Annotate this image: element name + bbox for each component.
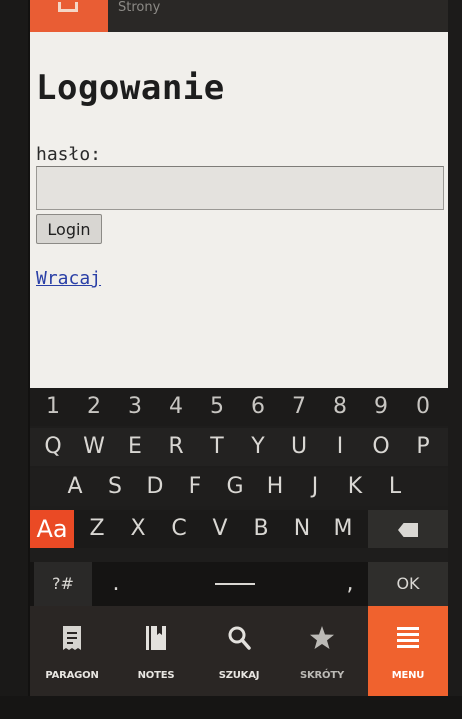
key-letter[interactable]: O (362, 428, 400, 466)
key-letter[interactable]: P (403, 428, 443, 466)
key-letter[interactable]: Q (34, 428, 72, 466)
backspace-key[interactable] (368, 510, 448, 548)
key-letter[interactable]: E (116, 428, 154, 466)
key-letter[interactable]: J (296, 468, 334, 506)
key-letter[interactable]: D (136, 468, 174, 506)
space-icon (215, 583, 255, 585)
symbols-key[interactable]: ?# (34, 562, 92, 606)
key-letter[interactable]: X (119, 510, 157, 548)
status-bar: Strony (30, 0, 448, 32)
period-key[interactable]: . (96, 562, 136, 606)
key-letter[interactable]: I (321, 428, 359, 466)
keyboard-row-qwerty: Q W E R T Y U I O P (30, 428, 448, 466)
key-letter[interactable]: S (96, 468, 134, 506)
receipt-icon (63, 626, 81, 650)
key-digit[interactable]: 2 (75, 388, 113, 426)
key-letter[interactable]: K (336, 468, 374, 506)
nav-label: MENU (391, 670, 425, 681)
nav-paragon[interactable]: PARAGON (30, 606, 114, 696)
key-digit[interactable]: 8 (321, 388, 359, 426)
key-letter[interactable]: R (157, 428, 195, 466)
key-letter[interactable]: G (216, 468, 254, 506)
on-screen-keyboard: 1 2 3 4 5 6 7 8 9 0 Q W E R T Y U I O P … (30, 388, 448, 606)
backspace-icon (398, 523, 418, 537)
key-digit[interactable]: 3 (116, 388, 154, 426)
key-digit[interactable]: 1 (34, 388, 72, 426)
web-content: Logowanie hasło: Login Wracaj (30, 32, 448, 388)
key-digit[interactable]: 9 (362, 388, 400, 426)
key-letter[interactable]: M (324, 510, 362, 548)
screen: Strony Logowanie hasło: Login Wracaj 1 2… (30, 0, 448, 696)
login-button[interactable]: Login (36, 214, 102, 244)
password-input[interactable] (36, 166, 444, 210)
nav-notes[interactable]: NOTES (114, 606, 198, 696)
back-link[interactable]: Wracaj (36, 268, 101, 289)
ok-key[interactable]: OK (368, 562, 448, 606)
keyboard-row-digits: 1 2 3 4 5 6 7 8 9 0 (30, 388, 448, 426)
bottom-navigation: PARAGON NOTES SZUKAJ SKRÓTY MENU (30, 606, 448, 696)
status-title: Strony (118, 0, 161, 14)
keyboard-row-bottom: ?# . , OK (30, 562, 448, 606)
key-digit[interactable]: 6 (239, 388, 277, 426)
page-title: Logowanie (36, 68, 225, 108)
nav-label: PARAGON (45, 670, 99, 681)
key-letter[interactable]: N (283, 510, 321, 548)
notebook-icon (146, 626, 166, 650)
key-letter[interactable]: W (75, 428, 113, 466)
key-digit[interactable]: 7 (280, 388, 318, 426)
key-letter[interactable]: U (280, 428, 318, 466)
nav-menu[interactable]: MENU (368, 606, 448, 696)
device-frame: Strony Logowanie hasło: Login Wracaj 1 2… (0, 0, 462, 719)
nav-shortcuts[interactable]: SKRÓTY (280, 606, 364, 696)
key-letter[interactable]: T (198, 428, 236, 466)
key-letter[interactable]: Z (78, 510, 116, 548)
key-letter[interactable]: V (201, 510, 239, 548)
key-letter[interactable]: A (56, 468, 94, 506)
key-letter[interactable]: H (256, 468, 294, 506)
nav-search[interactable]: SZUKAJ (198, 606, 280, 696)
key-digit[interactable]: 0 (403, 388, 443, 426)
star-icon (310, 626, 334, 649)
password-label: hasło: (36, 144, 102, 165)
nav-label: SZUKAJ (218, 670, 260, 681)
nav-label: NOTES (137, 670, 175, 681)
key-letter[interactable]: C (160, 510, 198, 548)
bezel-bottom (0, 696, 462, 719)
key-letter[interactable]: Y (239, 428, 277, 466)
shift-key[interactable]: Aa (30, 510, 74, 548)
space-key[interactable] (140, 562, 330, 606)
keyboard-row-zxcv: Aa Z X C V B N M (30, 510, 448, 548)
search-icon (228, 626, 251, 650)
key-letter[interactable]: B (242, 510, 280, 548)
key-digit[interactable]: 4 (157, 388, 195, 426)
hamburger-icon (397, 627, 419, 648)
key-letter[interactable]: L (376, 468, 414, 506)
keyboard-row-asdf: A S D F G H J K L (30, 468, 448, 506)
nav-label: SKRÓTY (299, 670, 344, 681)
key-digit[interactable]: 5 (198, 388, 236, 426)
bezel-left (0, 0, 28, 719)
drawer-tab[interactable] (30, 0, 108, 32)
comma-key[interactable]: , (332, 562, 368, 606)
key-letter[interactable]: F (176, 468, 214, 506)
drawer-icon (58, 2, 78, 12)
